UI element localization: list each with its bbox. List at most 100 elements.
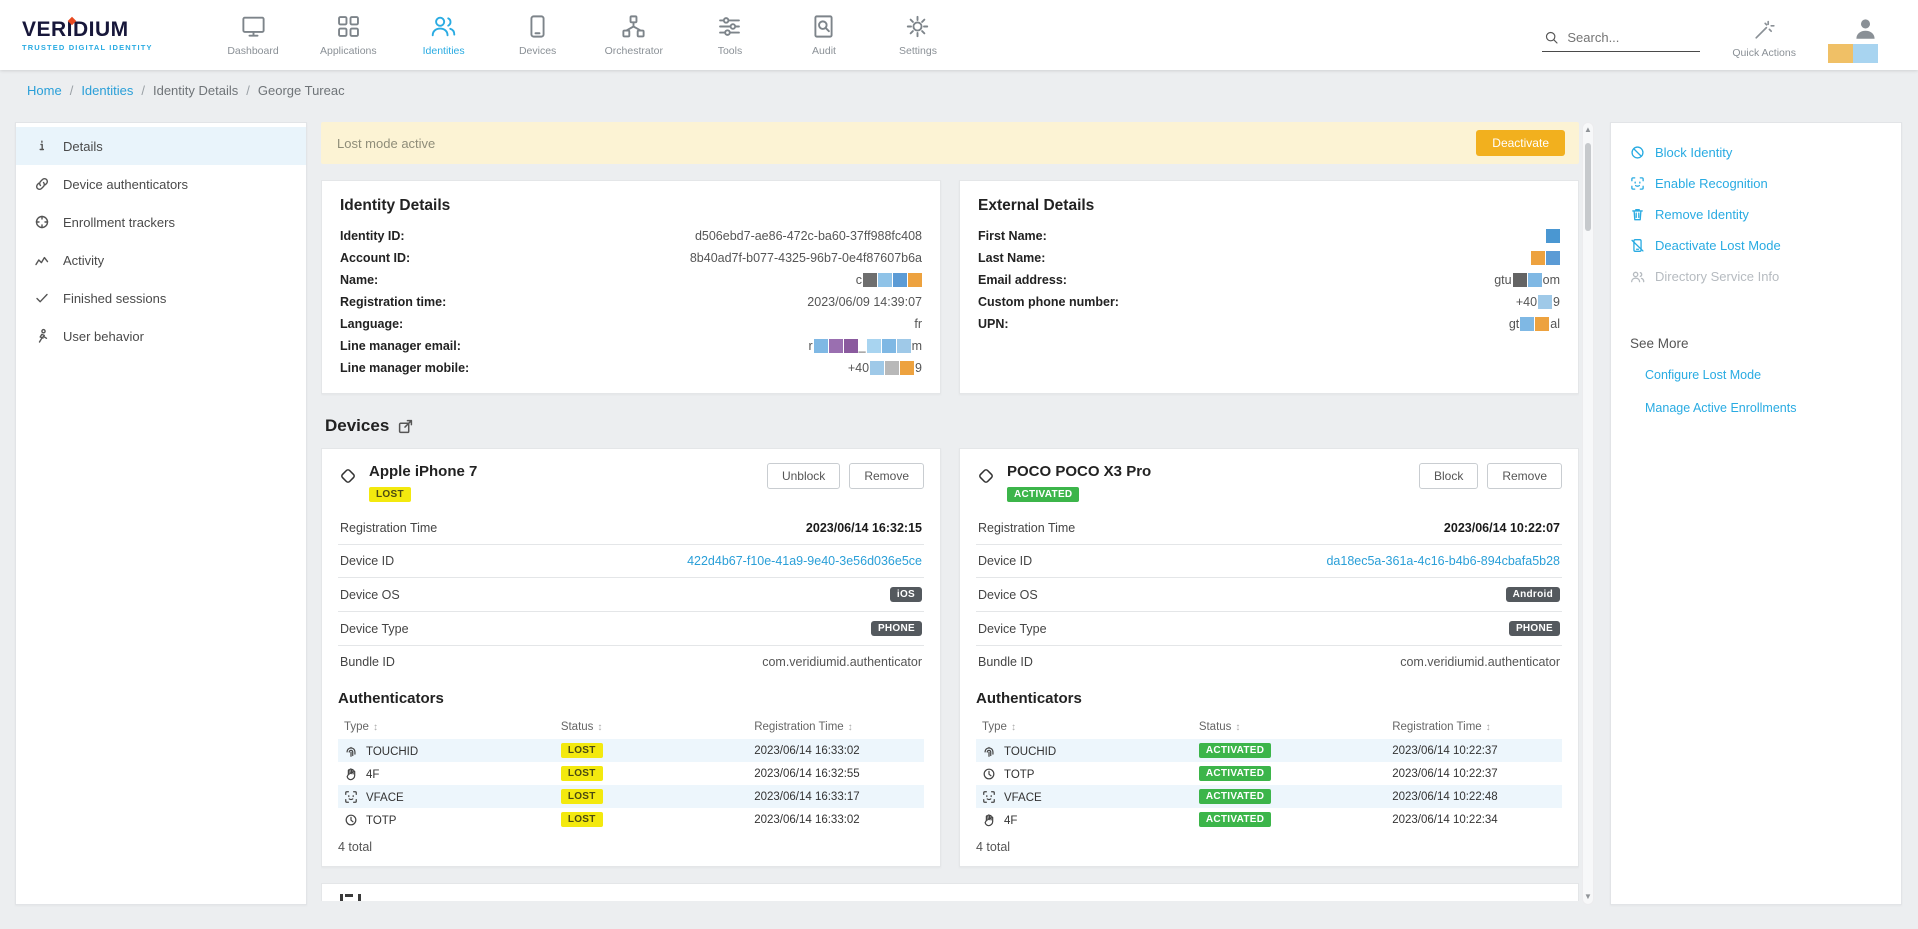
- external-details-title: External Details: [978, 197, 1560, 215]
- sidebar-item-user-behavior[interactable]: User behavior: [16, 317, 306, 355]
- scroll-thumb[interactable]: [1585, 143, 1591, 231]
- actions-sidebar: Block IdentityEnable RecognitionRemove I…: [1610, 122, 1902, 905]
- nav-label: Applications: [320, 45, 377, 57]
- field-value-text: fr: [914, 317, 922, 331]
- action-block-identity[interactable]: Block Identity: [1621, 137, 1891, 168]
- remove-device-button[interactable]: Remove: [1487, 463, 1562, 489]
- column-header-type[interactable]: Type: [976, 715, 1193, 739]
- column-header-status[interactable]: Status: [1193, 715, 1386, 739]
- field-label: Device Type: [978, 622, 1047, 636]
- authenticator-row: TOTPACTIVATED2023/06/14 10:22:37: [976, 762, 1562, 785]
- registration-time-value: 2023/06/14 10:22:07: [1444, 521, 1560, 535]
- nav-item-dashboard[interactable]: Dashboard: [226, 0, 280, 70]
- device-status-badge: ACTIVATED: [1007, 487, 1079, 502]
- sidebar-item-label: Activity: [63, 253, 104, 268]
- nav-label: Settings: [899, 45, 937, 57]
- identity-details-card: Identity Details Identity ID:d506ebd7-ae…: [321, 180, 941, 394]
- face-scan-icon: [982, 790, 996, 804]
- search-input[interactable]: [1567, 30, 1696, 45]
- recognition-icon: [1630, 176, 1645, 191]
- brand-wordmark: VERIDIUM: [22, 18, 174, 42]
- nav-item-audit[interactable]: Audit: [797, 0, 851, 70]
- main-scrollbar[interactable]: ▲ ▼: [1582, 122, 1594, 905]
- authenticator-time: 2023/06/14 10:22:37: [1386, 762, 1562, 785]
- nav-item-orchestrator[interactable]: Orchestrator: [605, 0, 663, 70]
- nav-item-tools[interactable]: Tools: [703, 0, 757, 70]
- sidebar-item-finished-sessions[interactable]: Finished sessions: [16, 279, 306, 317]
- wand-icon: [1752, 18, 1776, 42]
- nav-item-identities[interactable]: Identities: [417, 0, 471, 70]
- link-manage-active-enrollments[interactable]: Manage Active Enrollments: [1645, 401, 1882, 415]
- sidebar-item-details[interactable]: Details: [16, 127, 306, 165]
- fingerprint-icon: [344, 744, 358, 758]
- search-box[interactable]: [1542, 24, 1700, 52]
- devices-section-title: Devices: [325, 416, 389, 436]
- info-icon: [34, 138, 50, 154]
- breadcrumb-identities[interactable]: Identities: [81, 83, 133, 98]
- main-content: Lost mode active Deactivate Identity Det…: [321, 122, 1579, 905]
- sidebar-item-activity[interactable]: Activity: [16, 241, 306, 279]
- field-label: Registration Time: [978, 521, 1075, 535]
- dashboard-icon: [240, 13, 267, 40]
- bundle-id-value: com.veridiumid.authenticator: [1400, 655, 1560, 669]
- device-id-link[interactable]: da18ec5a-361a-4c16-b4b6-894cbafa5b28: [1326, 554, 1560, 568]
- directory-icon: [1630, 269, 1645, 284]
- breadcrumb: Home / Identities / Identity Details / G…: [0, 70, 1918, 110]
- breadcrumb-home[interactable]: Home: [27, 83, 62, 98]
- nav-item-applications[interactable]: Applications: [320, 0, 377, 70]
- field-label: Device ID: [978, 554, 1032, 568]
- detail-field-row: Registration time:2023/06/09 14:39:07: [340, 291, 922, 313]
- nav-item-devices[interactable]: Devices: [511, 0, 565, 70]
- expand-icon[interactable]: [398, 419, 413, 434]
- redaction-block: [1535, 317, 1549, 331]
- redaction-block: [814, 339, 828, 353]
- scroll-down-arrow[interactable]: ▼: [1584, 890, 1592, 904]
- scroll-up-arrow[interactable]: ▲: [1584, 123, 1592, 137]
- registration-time-value: 2023/06/14 16:32:15: [806, 521, 922, 535]
- block-device-button[interactable]: Block: [1419, 463, 1478, 489]
- remove-device-button[interactable]: Remove: [849, 463, 924, 489]
- action-directory-service-info[interactable]: Directory Service Info: [1621, 261, 1891, 292]
- action-enable-recognition[interactable]: Enable Recognition: [1621, 168, 1891, 199]
- redaction-block: [1538, 295, 1552, 309]
- status-badge: ACTIVATED: [1199, 812, 1271, 827]
- fingerprint-icon: [982, 744, 996, 758]
- action-deactivate-lost-mode[interactable]: Deactivate Lost Mode: [1621, 230, 1891, 261]
- field-label: Device OS: [978, 588, 1038, 602]
- field-value-text: +40: [848, 361, 869, 375]
- redaction-block: [863, 273, 877, 287]
- main-nav: Dashboard Applications Identities Device…: [226, 0, 945, 70]
- column-header-status[interactable]: Status: [555, 715, 748, 739]
- field-label: Language:: [340, 317, 403, 331]
- status-badge: LOST: [561, 743, 603, 758]
- device-fields: Registration Time2023/06/14 16:32:15 Dev…: [338, 512, 924, 678]
- status-badge: LOST: [561, 789, 603, 804]
- tracker-icon: [34, 214, 50, 230]
- field-value: [1546, 229, 1560, 243]
- deactivate-lost-mode-button[interactable]: Deactivate: [1476, 130, 1565, 156]
- field-value: +409: [848, 361, 922, 375]
- device-id-link[interactable]: 422d4b67-f10e-41a9-9e40-3e56d036e5ce: [687, 554, 922, 568]
- breadcrumb-separator: /: [246, 83, 250, 98]
- column-header-registration-time[interactable]: Registration Time: [1386, 715, 1562, 739]
- nav-label: Tools: [718, 45, 743, 57]
- sidebar-item-device-authenticators[interactable]: Device authenticators: [16, 165, 306, 203]
- field-value: +409: [1516, 295, 1560, 309]
- quick-actions-button[interactable]: Quick Actions: [1732, 18, 1796, 59]
- link-configure-lost-mode[interactable]: Configure Lost Mode: [1645, 368, 1882, 382]
- redaction-block: [1520, 317, 1534, 331]
- scroll-track[interactable]: [1583, 137, 1593, 890]
- redaction-block: [844, 339, 858, 353]
- search-icon: [1544, 30, 1559, 45]
- unblock-device-button[interactable]: Unblock: [767, 463, 840, 489]
- column-header-registration-time[interactable]: Registration Time: [748, 715, 924, 739]
- brand-logo[interactable]: VERIDIUM TRUSTED DIGITAL IDENTITY: [22, 18, 174, 52]
- nav-item-settings[interactable]: Settings: [891, 0, 945, 70]
- action-remove-identity[interactable]: Remove Identity: [1621, 199, 1891, 230]
- sidebar-item-label: Device authenticators: [63, 177, 188, 192]
- breadcrumb-identity-details: Identity Details: [153, 83, 238, 98]
- column-header-type[interactable]: Type: [338, 715, 555, 739]
- totp-clock-icon: [344, 813, 358, 827]
- user-menu[interactable]: [1828, 16, 1878, 63]
- sidebar-item-enrollment-trackers[interactable]: Enrollment trackers: [16, 203, 306, 241]
